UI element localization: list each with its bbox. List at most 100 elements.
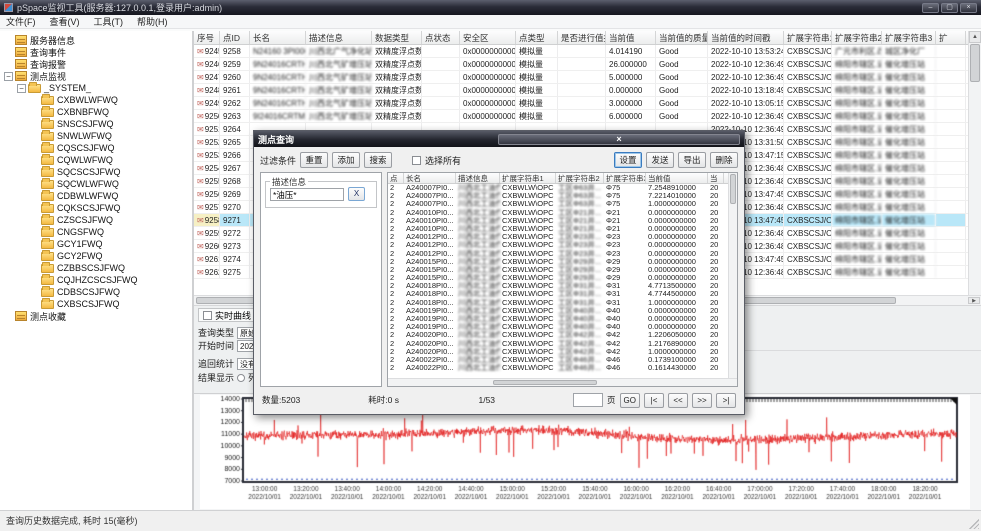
sidebar-item-0[interactable]: 服务器信息 — [0, 34, 192, 46]
column-header[interactable]: 扩展字符串2 — [832, 31, 882, 44]
column-header[interactable]: 点 — [388, 173, 404, 183]
query-result-row[interactable]: 2A240018PI0...川西北工油作...CXBWLW\OPC工区Φ31井.… — [388, 290, 728, 298]
sidebar-folder-cxbnbfwq[interactable]: CXBNBFWQ — [0, 106, 192, 118]
points-table-vertical-scrollbar[interactable]: ▲ — [968, 31, 981, 295]
table-row[interactable]: ✉92459258N24160 3PI0000...川西北广气净化站压...双精… — [194, 45, 968, 58]
dialog-horizontal-scrollbar[interactable] — [388, 378, 737, 386]
column-header[interactable]: 当前值的质量戳 — [656, 31, 708, 44]
menu-help[interactable]: 帮助(H) — [137, 15, 168, 28]
export-button[interactable]: 导出 — [678, 152, 706, 168]
column-header[interactable]: 当前值 — [606, 31, 656, 44]
sidebar-folder-sqcscsjfwq[interactable]: SQCSCSJFWQ — [0, 166, 192, 178]
dialog-title-bar[interactable]: 测点查询 × — [254, 131, 744, 147]
sidebar-item-2[interactable]: 查询报警 — [0, 58, 192, 70]
add-button[interactable]: 添加 — [332, 152, 360, 168]
table-row[interactable]: ✉925092639I24016CRTME...川西北气矿增压站压...双精度浮… — [194, 110, 968, 123]
query-result-row[interactable]: 2A240010PI0...川西北工油作...CXBWLW\OPC工区Φ21井.… — [388, 225, 728, 233]
query-result-row[interactable]: 2A240015PI0...川西北工油作...CXBWLW\OPC工区Φ29井.… — [388, 274, 728, 282]
search-button[interactable]: 搜索 — [364, 152, 392, 168]
query-result-row[interactable]: 2A240007PI0...川西北工油作...CXBWLW\OPC工区Φ63井.… — [388, 200, 728, 208]
resize-grip[interactable] — [969, 519, 979, 529]
sidebar-folder-gcy1fwq[interactable]: GCY1FWQ — [0, 238, 192, 250]
send-button[interactable]: 发送 — [646, 152, 674, 168]
column-header[interactable]: 扩展字符串2 — [556, 173, 604, 183]
query-result-row[interactable]: 2A240020PI0...川西北工油作...CXBWLW\OPC工区Φ42井.… — [388, 348, 728, 356]
dialog-vertical-scrollbar[interactable] — [728, 173, 737, 378]
result-list-radio[interactable] — [237, 374, 245, 382]
select-all-checkbox[interactable] — [412, 156, 421, 165]
filter-clear-button[interactable]: X — [348, 187, 365, 201]
query-result-row[interactable]: 2A240010PI0...川西北工油作...CXBWLW\OPC工区Φ21井.… — [388, 209, 728, 217]
scrollbar-thumb[interactable] — [730, 174, 736, 204]
query-result-row[interactable]: 2A240012PI0...川西北工油作...CXBWLW\OPC工区Φ23井.… — [388, 233, 728, 241]
reset-button[interactable]: 重置 — [300, 152, 328, 168]
query-result-row[interactable]: 2A240019PI0...川西北工油作...CXBWLW\OPC工区Φ40井.… — [388, 307, 728, 315]
close-button[interactable]: × — [960, 3, 977, 13]
sidebar-folder-czscsjfwq[interactable]: CZSCSJFWQ — [0, 214, 192, 226]
sidebar-folder-cqwlwfwq[interactable]: CQWLWFWQ — [0, 154, 192, 166]
column-header[interactable]: 当前值 — [646, 173, 708, 183]
query-result-row[interactable]: 2A240010PI0...川西北工油作...CXBWLW\OPC工区Φ21井.… — [388, 217, 728, 225]
table-row[interactable]: ✉924992629N24016CRTHO...川西北气矿增压站压...双精度浮… — [194, 97, 968, 110]
column-header[interactable]: 当前值的时间戳 — [708, 31, 784, 44]
column-header[interactable]: 扩展字符串1 — [500, 173, 556, 183]
column-header[interactable]: 扩展字符串3 — [882, 31, 936, 44]
query-result-row[interactable]: 2A240018PI0...川西北工油作...CXBWLW\OPC工区Φ31井.… — [388, 299, 728, 307]
column-header[interactable]: 扩 — [936, 31, 966, 44]
sidebar-folder-gcy2fwq[interactable]: GCY2FWQ — [0, 250, 192, 262]
sidebar-node-system[interactable]: −_SYSTEM_ — [0, 82, 192, 94]
column-header[interactable]: 描述信息 — [456, 173, 500, 183]
table-row[interactable]: ✉924692599N24016CRTHO...川西北气矿增压站压...双精度浮… — [194, 58, 968, 71]
minimize-button[interactable]: – — [922, 3, 939, 13]
column-header[interactable]: 当 — [708, 173, 724, 183]
maximize-button[interactable]: ▢ — [941, 3, 958, 13]
sidebar-folder-cdbscsjfwq[interactable]: CDBSCSJFWQ — [0, 286, 192, 298]
sidebar-item-monitor[interactable]: −测点监视 — [0, 70, 192, 82]
column-header[interactable]: 序号 — [194, 31, 220, 44]
column-header[interactable]: 长名 — [250, 31, 306, 44]
column-header[interactable]: 长名 — [404, 173, 456, 183]
go-button[interactable]: GO — [620, 393, 640, 408]
query-result-row[interactable]: 2A240007PI0...川西北工油作...CXBWLW\OPC工区Φ63井.… — [388, 184, 728, 192]
filter-value-input[interactable]: *油压* — [270, 188, 344, 201]
realtime-curve-checkbox[interactable] — [203, 311, 212, 320]
sidebar-folder-cxbscsjfwq[interactable]: CXBSCSJFWQ — [0, 298, 192, 310]
settings-button[interactable]: 设置 — [614, 152, 642, 168]
prev-page-button[interactable]: << — [668, 393, 688, 408]
query-result-row[interactable]: 2A240015PI0...川西北工油作...CXBWLW\OPC工区Φ29井.… — [388, 266, 728, 274]
menu-file[interactable]: 文件(F) — [6, 15, 36, 28]
delete-button[interactable]: 删除 — [710, 152, 738, 168]
column-header[interactable]: 扩展字符串1 — [784, 31, 832, 44]
tree-toggle-icon[interactable]: − — [4, 72, 13, 81]
last-page-button[interactable]: >| — [716, 393, 736, 408]
column-header[interactable]: 扩展字符串3 — [604, 173, 646, 183]
sidebar-folder-sqcwlwfwq[interactable]: SQCWLWFWQ — [0, 178, 192, 190]
tree-toggle-icon[interactable]: − — [17, 84, 26, 93]
sidebar-item-favorites[interactable]: 测点收藏 — [0, 310, 192, 322]
query-result-row[interactable]: 2A240022PI0...川西北工油作...CXBWLW\OPC工区Φ46井.… — [388, 356, 728, 364]
query-result-row[interactable]: 2A240022PI0...川西北工油作...CXBWLW\OPC工区Φ46井.… — [388, 364, 728, 372]
query-result-row[interactable]: 2A240020PI0...川西北工油作...CXBWLW\OPC工区Φ42井.… — [388, 331, 728, 339]
scroll-up-arrow-icon[interactable]: ▲ — [969, 31, 981, 43]
next-page-button[interactable]: >> — [692, 393, 712, 408]
query-result-row[interactable]: 2A240018PI0...川西北工油作...CXBWLW\OPC工区Φ31井.… — [388, 282, 728, 290]
menu-view[interactable]: 查看(V) — [50, 15, 80, 28]
sidebar-folder-cngsfwq[interactable]: CNGSFWQ — [0, 226, 192, 238]
sidebar-folder-cqscsjfwq[interactable]: CQSCSJFWQ — [0, 142, 192, 154]
scroll-right-arrow-icon[interactable]: ▶ — [968, 297, 980, 304]
scrollbar-thumb[interactable] — [493, 380, 598, 385]
sidebar-folder-snscsjfwq[interactable]: SNSCSJFWQ — [0, 118, 192, 130]
dialog-close-button[interactable]: × — [498, 134, 740, 145]
first-page-button[interactable]: |< — [644, 393, 664, 408]
sidebar-folder-czbbscsjfwq[interactable]: CZBBSCSJFWQ — [0, 262, 192, 274]
sidebar-folder-cdbwlwfwq[interactable]: CDBWLWFWQ — [0, 190, 192, 202]
column-header[interactable]: 点状态 — [422, 31, 460, 44]
table-row[interactable]: ✉924792609N24016CRTHO...川西北气矿增压站压...双精度浮… — [194, 71, 968, 84]
query-result-row[interactable]: 2A240012PI0...川西北工油作...CXBWLW\OPC工区Φ23井.… — [388, 241, 728, 249]
column-header[interactable]: 点类型 — [516, 31, 558, 44]
query-result-row[interactable]: 2A240020PI0...川西北工油作...CXBWLW\OPC工区Φ42井.… — [388, 340, 728, 348]
scrollbar-thumb[interactable] — [970, 44, 980, 82]
column-header[interactable]: 描述信息 — [306, 31, 372, 44]
table-row[interactable]: ✉924892619N24016CRTHO...川西北气矿增压站压...双精度浮… — [194, 84, 968, 97]
sidebar-item-1[interactable]: 查询事件 — [0, 46, 192, 58]
